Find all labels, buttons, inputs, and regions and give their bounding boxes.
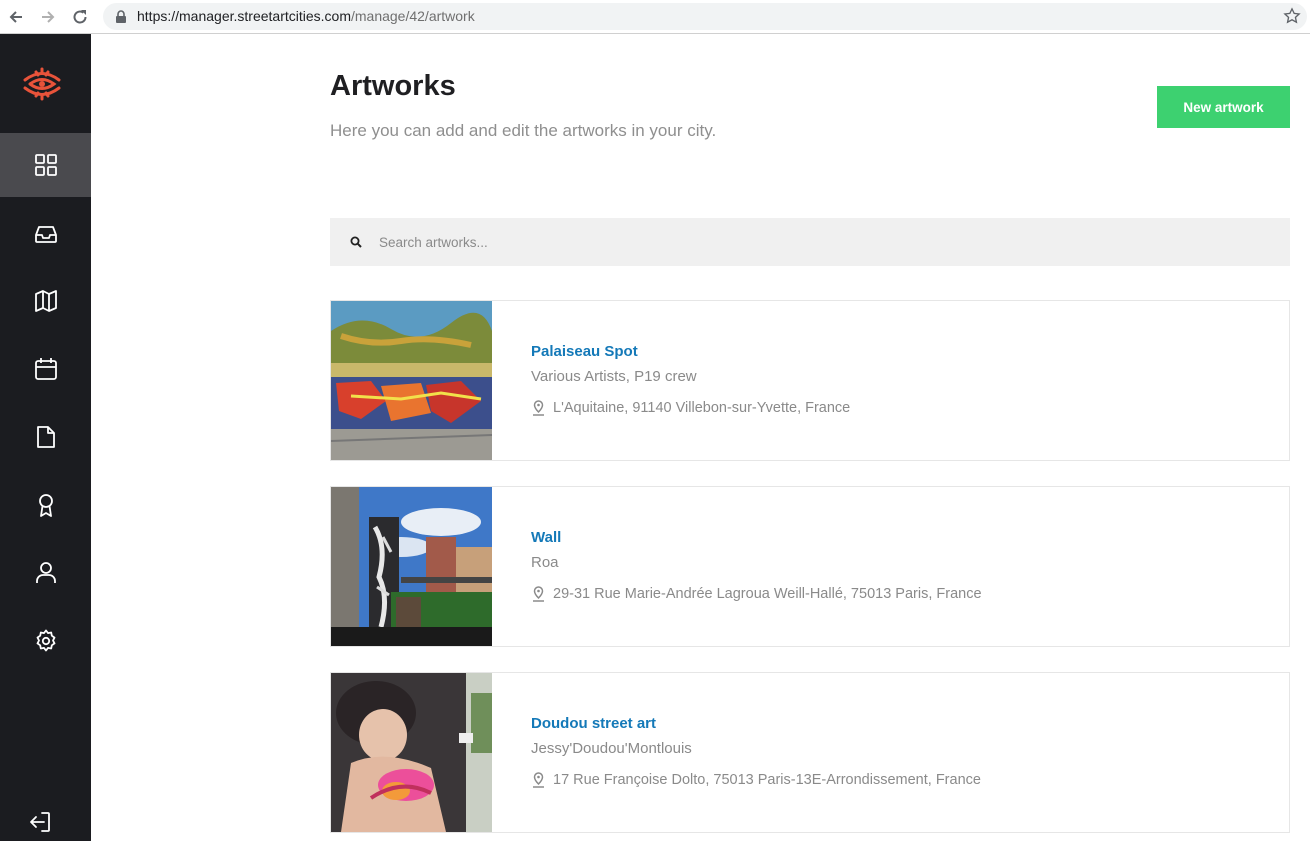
artwork-card[interactable]: Palaiseau Spot Various Artists, P19 crew… [330,300,1290,461]
sidebar [0,34,91,841]
artwork-card[interactable]: Doudou street art Jessy'Doudou'Montlouis… [330,672,1290,833]
settings-icon [36,629,55,652]
inbox-icon [34,226,57,243]
reload-button[interactable] [68,5,92,29]
location-pin-icon [533,586,544,602]
user-icon [35,562,56,583]
location-pin-icon [533,400,544,416]
dashboard-icon [34,154,57,176]
search-icon [350,236,362,248]
artwork-card[interactable]: Wall Roa 29-31 Rue Marie-Andrée Lagroua … [330,486,1290,647]
back-arrow-icon [9,11,22,23]
artwork-thumbnail[interactable] [331,301,492,460]
calendar-icon [34,358,57,380]
forward-button[interactable] [36,5,60,29]
sidebar-item-dashboard[interactable] [0,133,91,197]
artwork-address: 29-31 Rue Marie-Andrée Lagroua Weill-Hal… [553,586,982,602]
search-input[interactable] [379,218,1259,266]
artwork-artist: Various Artists, P19 crew [531,368,697,385]
document-icon [36,426,55,448]
map-icon [34,290,57,312]
location-pin-icon [533,772,544,788]
artwork-thumbnail[interactable] [331,673,492,832]
sidebar-item-awards[interactable] [0,473,91,537]
sidebar-item-calendar[interactable] [0,337,91,401]
address-bar[interactable]: https://manager.streetartcities.com/mana… [103,3,1307,30]
artwork-artist: Jessy'Doudou'Montlouis [531,740,692,757]
artwork-artist: Roa [531,554,559,571]
bookmark-star-icon[interactable] [1283,7,1301,25]
back-button[interactable] [4,5,28,29]
sidebar-item-documents[interactable] [0,405,91,469]
artwork-thumbnail[interactable] [331,487,492,646]
artwork-name[interactable]: Wall [531,529,561,546]
sidebar-item-users[interactable] [0,541,91,605]
search-bar [330,218,1290,266]
artwork-address: 17 Rue Françoise Dolto, 75013 Paris-13E-… [553,772,981,788]
reload-icon [73,10,87,24]
forward-arrow-icon [42,11,55,23]
streetartcities-logo[interactable] [21,63,63,105]
page-subtitle: Here you can add and edit the artworks i… [330,121,717,140]
browser-toolbar: https://manager.streetartcities.com/mana… [0,0,1310,34]
lock-icon [116,10,126,23]
sidebar-item-settings[interactable] [0,609,91,673]
artwork-name[interactable]: Doudou street art [531,715,656,732]
artwork-name[interactable]: Palaiseau Spot [531,343,638,360]
new-artwork-button[interactable]: New artwork [1157,86,1290,128]
url-text: https://manager.streetartcities.com/mana… [137,8,475,24]
sidebar-item-inbox[interactable] [0,202,91,266]
page-title: Artworks [330,70,456,102]
artwork-address: L'Aquitaine, 91140 Villebon-sur-Yvette, … [553,400,851,416]
sidebar-item-map[interactable] [0,269,91,333]
award-icon [38,494,53,517]
logout-icon [30,812,50,832]
logout-button[interactable] [0,806,80,838]
